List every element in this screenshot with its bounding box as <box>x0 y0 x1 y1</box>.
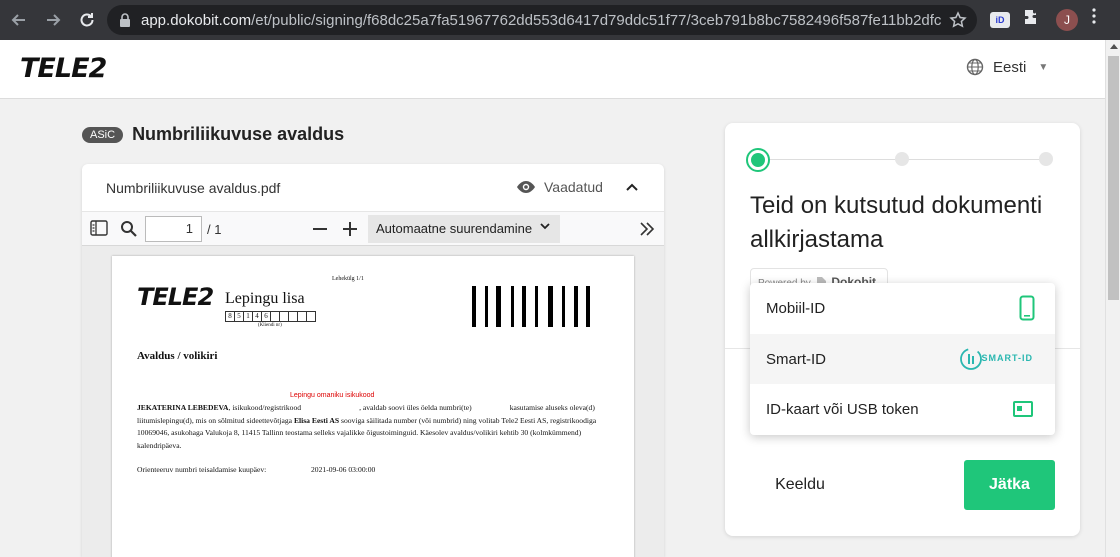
language-selector[interactable]: Eesti ▼ <box>966 58 1048 76</box>
document-title-row: ASiC Numbriliikuvuse avaldus <box>82 124 344 145</box>
site-header: TELE2 Eesti ▼ <box>0 40 1105 99</box>
zoom-out-icon[interactable] <box>313 228 327 231</box>
chevron-down-icon <box>540 223 550 230</box>
decline-button[interactable]: Keeldu <box>750 460 850 510</box>
client-number-boxes: 8 5 1 4 6 <box>225 311 316 322</box>
search-icon[interactable] <box>120 220 138 238</box>
profile-avatar[interactable]: J <box>1056 9 1078 31</box>
zoom-select[interactable]: Automaatne suurendamine <box>368 215 560 243</box>
document-title: Numbriliikuvuse avaldus <box>132 124 345 144</box>
double-chevron-right-icon[interactable] <box>639 221 655 237</box>
browser-toolbar: app.dokobit.com/et/public/signing/f68dc2… <box>0 0 1120 40</box>
page-number-input[interactable]: 1 <box>145 216 202 242</box>
reload-icon <box>80 13 94 27</box>
arrow-left-icon <box>11 14 25 26</box>
pdf-date-value: 2021-09-06 03:00:00 <box>311 465 376 474</box>
document-card: Numbriliikuvuse avaldus.pdf Vaadatud 1 /… <box>82 164 664 557</box>
asic-badge: ASiC <box>82 126 124 143</box>
client-number-box <box>306 311 316 322</box>
page-total: / 1 <box>207 222 222 237</box>
star-icon[interactable] <box>949 11 967 29</box>
file-name: Numbriliikuvuse avaldus.pdf <box>106 180 281 196</box>
viewed-label: Vaadatud <box>544 179 603 195</box>
pdf-page: TELE2 Lehekülg 1/1 Lepingu lisa 8 5 1 4 … <box>112 256 634 557</box>
method-mobiil-id[interactable]: Mobiil-ID <box>750 283 1055 333</box>
pdf-section-title: Avaldus / volikiri <box>137 350 218 362</box>
pdf-title: Lepingu lisa <box>225 290 305 307</box>
tele2-logo[interactable]: TELE2 <box>20 53 107 84</box>
method-label: Mobiil-ID <box>766 299 826 317</box>
method-smart-id[interactable]: Smart-ID SMART-ID <box>750 334 1055 384</box>
client-number-label: (Kliendi nr) <box>258 323 282 328</box>
barcode <box>472 286 590 327</box>
id-extension-icon[interactable]: iD <box>990 12 1010 28</box>
arrow-right-icon <box>47 14 61 26</box>
sidebar-toggle-icon[interactable] <box>90 220 108 236</box>
forward-button[interactable] <box>38 5 68 35</box>
page-scrollbar[interactable] <box>1105 40 1120 557</box>
eye-icon <box>517 181 535 193</box>
pdf-page-label: Lehekülg 1/1 <box>332 276 364 282</box>
globe-icon <box>966 58 984 76</box>
pdf-viewer[interactable]: TELE2 Lehekülg 1/1 Lepingu lisa 8 5 1 4 … <box>82 246 664 557</box>
back-button[interactable] <box>4 5 34 35</box>
phone-icon <box>1019 295 1035 321</box>
caret-down-icon: ▼ <box>1038 61 1049 73</box>
step-3-indicator <box>1039 152 1053 166</box>
step-1-indicator <box>746 148 770 172</box>
zoom-in-icon[interactable] <box>342 221 358 237</box>
id-card-icon <box>1013 401 1033 417</box>
url-text: app.dokobit.com/et/public/signing/f68dc2… <box>141 11 941 29</box>
browser-menu-button[interactable] <box>1092 8 1096 24</box>
signing-method-dropdown: Mobiil-ID Smart-ID SMART-ID ID-kaart või… <box>750 283 1055 435</box>
step-2-indicator <box>895 152 909 166</box>
pdf-toolbar: 1 / 1 Automaatne suurendamine <box>82 212 664 246</box>
zoom-select-value: Automaatne suurendamine <box>376 221 533 236</box>
address-bar[interactable]: app.dokobit.com/et/public/signing/f68dc2… <box>107 5 977 35</box>
smart-id-logo-text: SMART-ID <box>981 353 1033 363</box>
pdf-date-label: Orienteeruv numbri teisaldamise kuupäev: <box>137 465 267 474</box>
continue-button[interactable]: Jätka <box>964 460 1055 510</box>
pdf-body-text: JEKATERINA LEBEDEVA, isikukood/registrik… <box>137 403 597 450</box>
kebab-menu-icon <box>1092 8 1096 24</box>
scroll-thumb[interactable] <box>1108 56 1119 300</box>
viewed-status: Vaadatud <box>516 179 603 195</box>
scroll-up-arrow-icon[interactable] <box>1110 44 1118 49</box>
reload-button[interactable] <box>72 5 102 35</box>
puzzle-icon <box>1025 10 1036 24</box>
language-label: Eesti <box>993 58 1027 76</box>
pdf-field-label: Lepingu omaniku isikukood <box>290 392 375 399</box>
lock-icon <box>120 13 130 27</box>
document-card-header[interactable]: Numbriliikuvuse avaldus.pdf Vaadatud <box>82 164 664 212</box>
method-id-card[interactable]: ID-kaart või USB token <box>750 384 1055 434</box>
extensions-button[interactable] <box>1023 8 1041 26</box>
signing-heading: Teid on kutsutud dokumenti allkirjastama <box>750 192 1043 253</box>
method-label: ID-kaart või USB token <box>766 400 919 418</box>
method-label: Smart-ID <box>766 350 826 368</box>
pdf-tele2-logo: TELE2 <box>137 283 214 311</box>
chevron-up-icon[interactable] <box>625 180 639 194</box>
